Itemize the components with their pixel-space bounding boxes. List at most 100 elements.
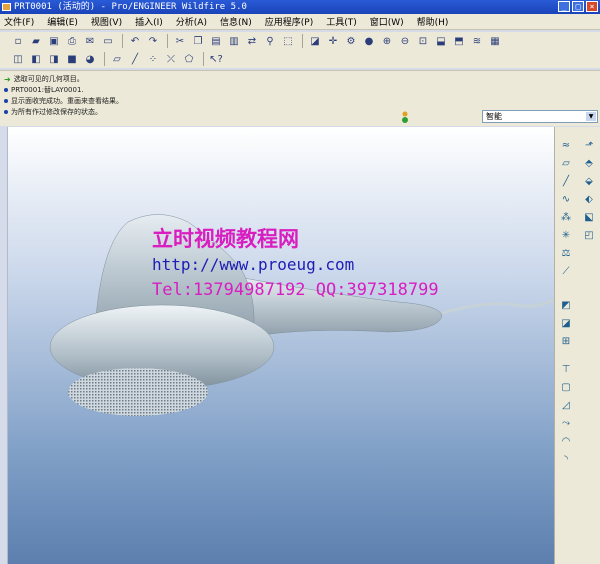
- refit-icon[interactable]: ⊡: [415, 33, 431, 49]
- undo-icon[interactable]: ↶: [127, 33, 143, 49]
- grille: [68, 368, 208, 416]
- datum-curve-icon[interactable]: ⟋: [558, 263, 574, 279]
- view-manager-icon[interactable]: ▦: [487, 33, 503, 49]
- csys-icon[interactable]: ⤫: [163, 51, 179, 67]
- window-title: PRT0001 (活动的) - Pro/ENGINEER Wildfire 5.…: [14, 2, 247, 12]
- message-line: 为所有作过修改保存的状态。: [4, 107, 102, 117]
- copy-feature-icon[interactable]: ◩: [558, 297, 574, 313]
- pattern-feature-icon[interactable]: ⊞: [558, 333, 574, 349]
- menu-insert[interactable]: 插入(I): [135, 15, 163, 28]
- blend-icon[interactable]: ⬕: [581, 209, 597, 225]
- info-dot-icon: [4, 110, 8, 114]
- menu-tools[interactable]: 工具(T): [326, 15, 357, 28]
- menu-analysis[interactable]: 分析(A): [176, 15, 207, 28]
- sketch-tool-icon[interactable]: ≈: [558, 137, 574, 153]
- maximize-button[interactable]: □: [572, 1, 584, 12]
- sweep-icon[interactable]: ⬖: [581, 191, 597, 207]
- sketched-datum-icon[interactable]: ⬏: [581, 137, 597, 153]
- open-folder-icon[interactable]: ▰: [28, 33, 44, 49]
- paste-special-icon[interactable]: ▥: [226, 33, 242, 49]
- toolbar-separator: [104, 52, 105, 66]
- round-tool-icon[interactable]: ◠: [558, 433, 574, 449]
- revolve-icon[interactable]: ⬙: [581, 173, 597, 189]
- mail-attach-icon[interactable]: ▭: [100, 33, 116, 49]
- annotations-icon[interactable]: ⬠: [181, 51, 197, 67]
- message-text: PRT0001:替LAY0001.: [11, 86, 84, 94]
- datum-planes-icon[interactable]: ▱: [109, 51, 125, 67]
- spin-center-icon[interactable]: ✛: [325, 33, 341, 49]
- toolbar-separator: [167, 34, 168, 48]
- hidden-line-icon[interactable]: ◧: [28, 51, 44, 67]
- saved-views-icon[interactable]: ⬒: [451, 33, 467, 49]
- toolbar-separator: [302, 34, 303, 48]
- chamfer-tool-icon[interactable]: ◝: [558, 451, 574, 467]
- zoom-in-icon[interactable]: ⊕: [379, 33, 395, 49]
- regenerate-icon[interactable]: ⇄: [244, 33, 260, 49]
- curve-tool-icon[interactable]: ∿: [558, 191, 574, 207]
- menu-info[interactable]: 信息(N): [220, 15, 252, 28]
- chevron-down-icon[interactable]: ▼: [586, 112, 596, 121]
- send-mail-icon[interactable]: ✉: [82, 33, 98, 49]
- menu-view[interactable]: 视图(V): [91, 15, 122, 28]
- navigator-collapse-strip[interactable]: [0, 127, 8, 564]
- datum-axes-icon[interactable]: ╱: [127, 51, 143, 67]
- menu-file[interactable]: 文件(F): [4, 15, 34, 28]
- draft-tool-icon[interactable]: ⤳: [558, 415, 574, 431]
- extrude-icon[interactable]: ⬘: [581, 155, 597, 171]
- feature-toolbar: ≈ ⬏ ▱ ⬘ ╱ ⬙ ∿ ⬖ ⁂ ⬕ ✳ ◰ ⚖ ⟋ ◩ ◪ ⊞ ⊤ ▢ ◿ …: [554, 127, 600, 564]
- save-icon[interactable]: ▣: [46, 33, 62, 49]
- csys-tool-icon[interactable]: ✳: [558, 227, 574, 243]
- layers-icon[interactable]: ≋: [469, 33, 485, 49]
- analysis-tool-icon[interactable]: ⚖: [558, 245, 574, 261]
- cable: [427, 297, 554, 319]
- paste-icon[interactable]: ▤: [208, 33, 224, 49]
- rib-tool-icon[interactable]: ◿: [558, 397, 574, 413]
- zoom-out-icon[interactable]: ⊖: [397, 33, 413, 49]
- print-icon[interactable]: ⎙: [64, 33, 80, 49]
- menu-window[interactable]: 窗口(W): [370, 15, 404, 28]
- window-controls: _ □ ×: [558, 1, 598, 12]
- redo-icon[interactable]: ↷: [145, 33, 161, 49]
- context-help-icon[interactable]: ↖?: [208, 51, 224, 67]
- display-toolbar: ◫ ◧ ◨ ■ ◕ ▱ ╱ ⁘ ⤫ ⬠ ↖?: [0, 50, 600, 68]
- datum-points-icon[interactable]: ⁘: [145, 51, 161, 67]
- plane-tool-icon[interactable]: ▱: [558, 155, 574, 171]
- shading-icon[interactable]: ●: [361, 33, 377, 49]
- orient-mode-icon[interactable]: ⚙: [343, 33, 359, 49]
- watermark-url: http://www.proeug.com: [152, 255, 355, 274]
- graphics-window[interactable]: 立时视频教程网 http://www.proeug.com Tel:137949…: [8, 127, 554, 564]
- enhanced-realism-icon[interactable]: ◕: [82, 51, 98, 67]
- reorient-icon[interactable]: ⬓: [433, 33, 449, 49]
- copy-icon[interactable]: ❐: [190, 33, 206, 49]
- mirror-feature-icon[interactable]: ◪: [558, 315, 574, 331]
- boundary-blend-icon[interactable]: ◰: [581, 227, 597, 243]
- point-tool-icon[interactable]: ⁂: [558, 209, 574, 225]
- main-toolbar: ▫ ▰ ▣ ⎙ ✉ ▭ ↶ ↷ ✂ ❐ ▤ ▥ ⇄ ⚲ ⬚ ◪ ✛ ⚙ ● ⊕ …: [0, 32, 600, 50]
- find-icon[interactable]: ⚲: [262, 33, 278, 49]
- watermark-contact: Tel:13794987192 QQ:397318799: [152, 280, 439, 300]
- wireframe-icon[interactable]: ◫: [10, 51, 26, 67]
- message-text: 显示面收完成功。重画来查看结果。: [11, 97, 123, 105]
- shell-tool-icon[interactable]: ▢: [558, 379, 574, 395]
- repaint-icon[interactable]: ◪: [307, 33, 323, 49]
- info-dot-icon: [4, 88, 8, 92]
- cut-icon[interactable]: ✂: [172, 33, 188, 49]
- axis-tool-icon[interactable]: ╱: [558, 173, 574, 189]
- select-box-icon[interactable]: ⬚: [280, 33, 296, 49]
- no-hidden-icon[interactable]: ◨: [46, 51, 62, 67]
- menu-help[interactable]: 帮助(H): [417, 15, 449, 28]
- message-line: 显示面收完成功。重画来查看结果。: [4, 96, 123, 106]
- new-file-icon[interactable]: ▫: [10, 33, 26, 49]
- menu-applications[interactable]: 应用程序(P): [265, 15, 313, 28]
- close-button[interactable]: ×: [586, 1, 598, 12]
- message-text: 为所有作过修改保存的状态。: [11, 108, 102, 116]
- hole-tool-icon[interactable]: ⊤: [558, 361, 574, 377]
- toolbar-separator: [203, 52, 204, 66]
- selection-filter-select[interactable]: 智能 ▼: [482, 110, 598, 123]
- shaded-icon[interactable]: ■: [64, 51, 80, 67]
- toolbar-separator: [122, 34, 123, 48]
- menu-bar: 文件(F) 编辑(E) 视图(V) 插入(I) 分析(A) 信息(N) 应用程序…: [0, 14, 600, 30]
- minimize-button[interactable]: _: [558, 1, 570, 12]
- menu-edit[interactable]: 编辑(E): [47, 15, 78, 28]
- message-text: 选取可见的几何项目。: [13, 75, 84, 83]
